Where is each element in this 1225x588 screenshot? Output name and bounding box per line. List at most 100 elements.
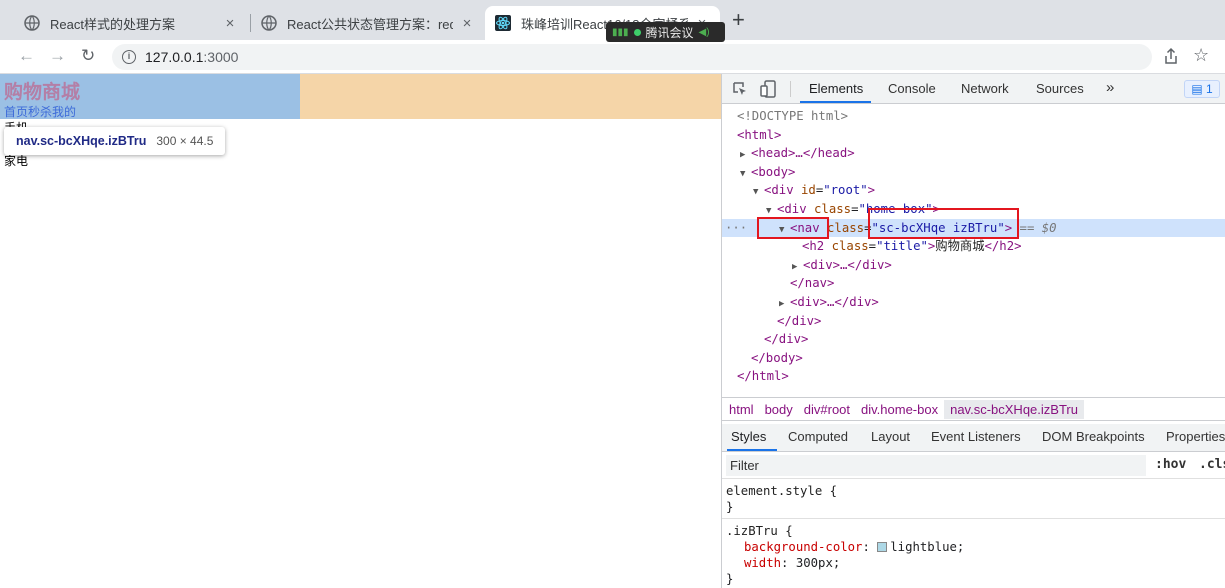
izbtru-rule-selector[interactable]: .izBTru { [726, 523, 793, 539]
reload-icon[interactable]: ↻ [81, 46, 95, 66]
active-subtab-indicator [727, 449, 777, 451]
globe-icon [24, 15, 40, 31]
dom-node-root[interactable]: ▼ <div id="root"> [722, 181, 1225, 200]
tab-title: React样式的处理方案 [50, 16, 175, 32]
new-tab-button[interactable]: + [732, 9, 745, 31]
tab-sources[interactable]: Sources [1036, 81, 1084, 96]
address-bar[interactable]: i 127.0.0.1 :3000 [112, 44, 1152, 70]
dom-node-html-close[interactable]: </html> [722, 367, 1225, 386]
toolbar-divider [790, 81, 791, 97]
tooltip-dimensions: 300 × 44.5 [156, 134, 214, 148]
styles-subtabs: Styles Computed Layout Event Listeners D… [722, 424, 1225, 452]
more-options-icon[interactable]: ··· [725, 219, 747, 238]
dom-node-div-collapsed[interactable]: ▶ <div>…</div> [722, 256, 1225, 275]
attr-value: "title" [876, 239, 928, 254]
tab-elements[interactable]: Elements [809, 81, 863, 96]
more-tabs-button[interactable]: » [1106, 79, 1114, 96]
bookmark-star-icon[interactable]: ☆ [1193, 45, 1209, 66]
dom-node-root-close[interactable]: </div> [722, 330, 1225, 349]
styles-pane: element.style { } .izBTru { background-c… [722, 480, 1225, 588]
attr-value: "root" [823, 183, 868, 198]
rule-selector: .izBTru { [726, 524, 793, 538]
tab-computed[interactable]: Computed [788, 429, 848, 444]
dom-node-home-box-close[interactable]: </div> [722, 312, 1225, 331]
tab-layout[interactable]: Layout [871, 429, 910, 444]
status-dot-icon [633, 28, 641, 36]
speaker-icon: ◀) [698, 26, 710, 38]
tag-text: <div [764, 183, 794, 198]
signal-icon: ▮▮▮ [612, 26, 629, 38]
inspect-tooltip: nav.sc-bcXHqe.izBTru 300 × 44.5 [4, 127, 226, 155]
close-icon[interactable]: × [222, 15, 238, 32]
hover-state-toggle[interactable]: :hov [1155, 457, 1186, 472]
active-tab-indicator [800, 101, 871, 103]
breadcrumb-root[interactable]: div#root [804, 402, 850, 417]
tag-text: <body> [751, 164, 796, 179]
tag-text: <div>…</div> [803, 257, 892, 272]
nav-links[interactable]: 首页秒杀我的 [4, 103, 76, 120]
breadcrumb-body[interactable]: body [765, 402, 793, 417]
attr-name: id [801, 183, 816, 198]
issues-count: 1 [1205, 82, 1213, 96]
dom-node-h2[interactable]: <h2 class="title">购物商城</h2> [722, 237, 1225, 256]
close-brace: } [726, 572, 734, 586]
color-swatch-icon[interactable] [877, 542, 888, 552]
breadcrumb-nav[interactable]: nav.sc-bcXHqe.izBTru [944, 399, 1084, 419]
dom-node-body[interactable]: ▼ <body> [722, 163, 1225, 182]
tag-text: <html> [737, 127, 782, 142]
selected-node-marker: == $0 [1019, 220, 1057, 235]
node-text: 购物商城 [935, 239, 985, 254]
tab-redux[interactable]: React公共状态管理方案：redux × [251, 6, 485, 40]
dom-node-div-collapsed[interactable]: ▶ <div>…</div> [722, 293, 1225, 312]
tag-text: </h2> [984, 239, 1022, 254]
rule-close-brace: } [726, 499, 733, 515]
breadcrumb-home-box[interactable]: div.home-box [861, 402, 938, 417]
issues-badge[interactable]: ▤ 1 [1184, 80, 1220, 98]
inspect-element-icon[interactable] [732, 81, 748, 100]
devtools-panel: Elements Console Network Sources » ▤ 1 <… [721, 74, 1225, 588]
meeting-overlay[interactable]: ▮▮▮ 腾讯会议 ◀) [606, 22, 725, 42]
shop-title: 购物商城 [4, 82, 81, 103]
tab-styles[interactable]: Styles [731, 429, 766, 444]
tab-react-styles[interactable]: React样式的处理方案 × [14, 6, 248, 40]
style-declaration[interactable]: background-color: lightblue; [744, 539, 964, 555]
css-property: background-color [744, 540, 863, 554]
class-toggle[interactable]: .cls [1199, 457, 1225, 472]
highlight-box-class-value [868, 208, 1019, 239]
highlight-box-nav-tag [757, 217, 829, 239]
breadcrumb: html body div#root div.home-box nav.sc-b… [722, 397, 1225, 421]
share-icon[interactable] [1163, 47, 1179, 68]
tab-console[interactable]: Console [888, 81, 936, 96]
globe-icon [261, 15, 277, 31]
tab-properties[interactable]: Properties [1166, 429, 1225, 444]
tag-text: </nav> [790, 276, 835, 291]
css-value: lightblue; [890, 540, 965, 554]
tab-event-listeners[interactable]: Event Listeners [931, 429, 1021, 444]
rule-close-brace: } [726, 571, 733, 587]
css-value: 300px; [795, 556, 841, 570]
browser-toolbar: ← → ↻ i 127.0.0.1 :3000 ☆ [0, 40, 1225, 74]
breadcrumb-html[interactable]: html [729, 402, 754, 417]
style-declaration[interactable]: width: 300px; [744, 555, 840, 571]
element-style-rule[interactable]: element.style { [726, 483, 837, 499]
styles-filter-input[interactable]: Filter [726, 455, 1146, 476]
tab-network[interactable]: Network [961, 81, 1009, 96]
dom-node-head[interactable]: ▶ <head>…</head> [722, 144, 1225, 163]
attr-name: class [831, 239, 869, 254]
dom-node-nav-close[interactable]: </nav> [722, 274, 1225, 293]
tag-text: <head>…</head> [751, 146, 855, 161]
dom-node-body-close[interactable]: </body> [722, 349, 1225, 368]
dom-node-doctype[interactable]: <!DOCTYPE html> [722, 107, 1225, 126]
close-icon[interactable]: × [459, 15, 475, 32]
tag-text: <div [777, 202, 807, 216]
device-toolbar-icon[interactable] [760, 80, 776, 101]
dom-node-html[interactable]: <html> [722, 126, 1225, 145]
site-info-icon[interactable]: i [122, 50, 136, 64]
rule-divider [722, 518, 1225, 519]
forward-arrow-icon[interactable]: → [49, 46, 66, 66]
elements-tree: <!DOCTYPE html> <html> ▶ <head>…</head> ▼… [722, 105, 1225, 397]
url-port: :3000 [203, 49, 239, 65]
back-arrow-icon[interactable]: ← [18, 46, 35, 66]
tab-dom-breakpoints[interactable]: DOM Breakpoints [1042, 429, 1145, 444]
css-property: width [744, 556, 782, 570]
